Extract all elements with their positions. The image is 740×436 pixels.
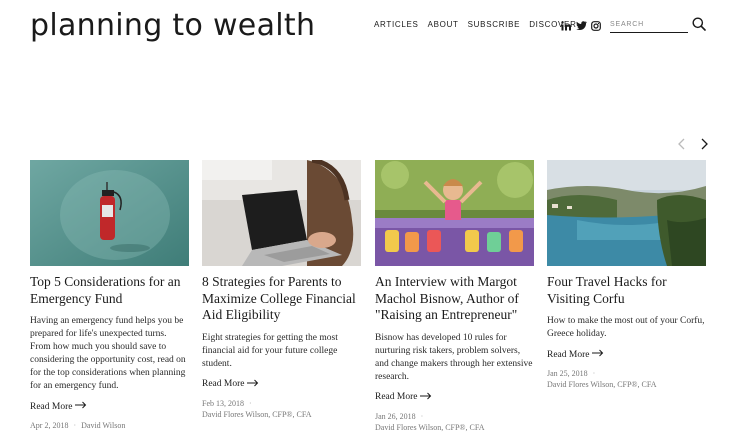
chevron-left-icon[interactable] xyxy=(676,137,688,151)
read-more-label: Read More xyxy=(375,392,418,402)
article-author[interactable]: David Flores Wilson, CFP®, CFA xyxy=(547,380,656,389)
social-links xyxy=(561,18,601,31)
article-title[interactable]: 8 Strategies for Parents to Maximize Col… xyxy=(202,274,361,324)
article-excerpt: Bisnow has developed 10 rules for nurtur… xyxy=(375,332,533,382)
main-nav: ARTICLES ABOUT SUBSCRIBE DISCOVER xyxy=(374,20,586,29)
article-meta: Apr 2, 2018 · David Wilson xyxy=(30,421,126,430)
search-bar xyxy=(610,16,706,34)
site-logo[interactable]: planning to wealth xyxy=(30,8,315,43)
read-more-label: Read More xyxy=(547,349,590,360)
read-more-link[interactable]: Read More xyxy=(30,401,189,412)
article-meta: Feb 13, 2018 · David Flores Wilson, CFP®,… xyxy=(202,398,312,419)
article-card[interactable]: An Interview with Margot Machol Bisnow, … xyxy=(375,160,534,433)
article-date: Feb 13, 2018 xyxy=(202,398,244,408)
article-image-lemonade-stand[interactable] xyxy=(375,160,534,266)
read-more-link[interactable]: Read More xyxy=(547,349,706,360)
article-author[interactable]: David Flores Wilson, CFP®, CFA xyxy=(202,410,311,419)
article-card[interactable]: Top 5 Considerations for an Emergency Fu… xyxy=(30,160,189,431)
article-image-corfu-coast[interactable] xyxy=(547,160,706,266)
article-excerpt: How to make the most out of your Corfu, … xyxy=(547,316,705,339)
nav-articles[interactable]: ARTICLES xyxy=(374,20,419,29)
arrow-right-icon xyxy=(247,379,259,390)
article-date: Apr 2, 2018 xyxy=(30,421,69,430)
instagram-icon[interactable] xyxy=(591,18,601,31)
article-author[interactable]: David Flores Wilson, CFP®, CFA xyxy=(375,423,484,432)
article-meta: Jan 26, 2018 · David Flores Wilson, CFP®,… xyxy=(375,411,485,432)
article-title[interactable]: Four Travel Hacks for Visiting Corfu xyxy=(547,274,706,307)
linkedin-icon[interactable] xyxy=(561,18,571,31)
read-more-link[interactable]: Read More xyxy=(375,392,534,403)
arrow-right-icon xyxy=(420,392,432,403)
article-title[interactable]: Top 5 Considerations for an Emergency Fu… xyxy=(30,274,189,307)
search-icon[interactable] xyxy=(692,17,706,31)
carousel-controls xyxy=(676,137,710,151)
nav-about[interactable]: ABOUT xyxy=(428,20,459,29)
article-card[interactable]: 8 Strategies for Parents to Maximize Col… xyxy=(202,160,361,420)
twitter-icon[interactable] xyxy=(576,18,588,30)
read-more-label: Read More xyxy=(202,379,245,389)
article-image-fire-extinguisher[interactable] xyxy=(30,160,189,266)
read-more-label: Read More xyxy=(30,401,73,412)
article-card[interactable]: Four Travel Hacks for Visiting Corfu How… xyxy=(547,160,706,390)
arrow-right-icon xyxy=(75,401,87,412)
article-date: Jan 25, 2018 xyxy=(547,369,588,378)
article-title[interactable]: An Interview with Margot Machol Bisnow, … xyxy=(375,274,534,324)
article-date: Jan 26, 2018 xyxy=(375,411,416,421)
chevron-right-icon[interactable] xyxy=(698,137,710,151)
article-author[interactable]: David Wilson xyxy=(81,421,125,430)
read-more-link[interactable]: Read More xyxy=(202,379,361,390)
search-input[interactable] xyxy=(610,16,688,33)
article-excerpt: Eight strategies for getting the most fi… xyxy=(202,332,338,369)
article-excerpt: Having an emergency fund helps you be pr… xyxy=(30,316,186,391)
nav-subscribe[interactable]: SUBSCRIBE xyxy=(468,20,521,29)
article-image-laptop[interactable] xyxy=(202,160,361,266)
arrow-right-icon xyxy=(592,349,604,360)
article-meta: Jan 25, 2018 · David Flores Wilson, CFP®,… xyxy=(547,369,657,389)
